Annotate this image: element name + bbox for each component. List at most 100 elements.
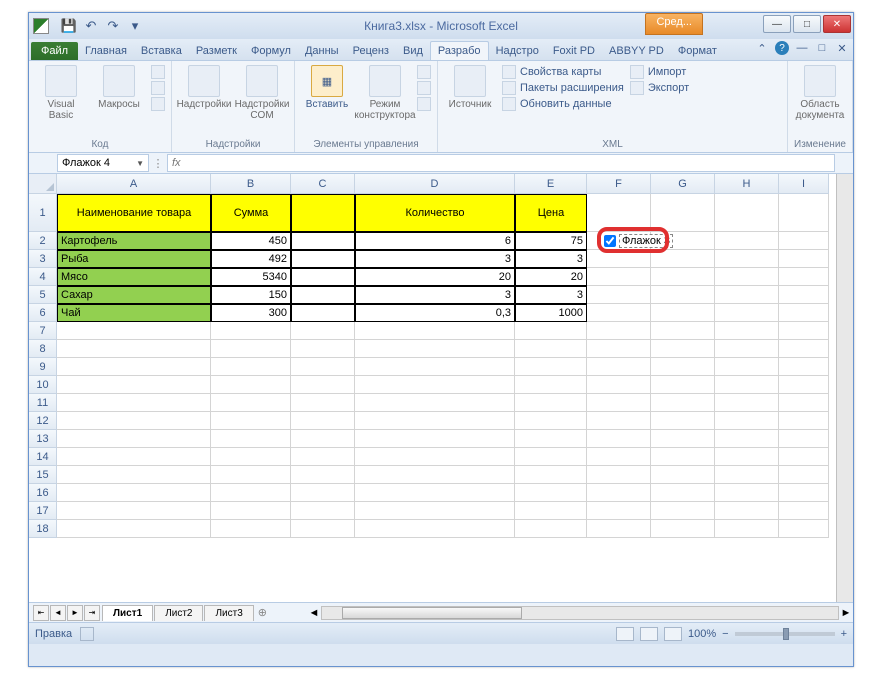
zoom-out-button[interactable]: − xyxy=(722,628,728,640)
cell[interactable] xyxy=(779,448,829,466)
macros-button[interactable]: Макросы xyxy=(93,65,145,110)
cell[interactable] xyxy=(587,268,651,286)
view-pagebreak-button[interactable] xyxy=(664,627,682,641)
cell[interactable] xyxy=(715,286,779,304)
column-header-C[interactable]: C xyxy=(291,174,355,194)
cell[interactable] xyxy=(651,520,715,538)
cell[interactable] xyxy=(355,502,515,520)
row-header[interactable]: 6 xyxy=(29,304,57,322)
document-panel-button[interactable]: Область документа xyxy=(794,65,846,121)
cell[interactable] xyxy=(587,502,651,520)
cell[interactable] xyxy=(715,430,779,448)
cell[interactable] xyxy=(515,502,587,520)
cell[interactable] xyxy=(291,340,355,358)
cell[interactable] xyxy=(355,376,515,394)
view-normal-button[interactable] xyxy=(616,627,634,641)
cell[interactable] xyxy=(211,340,291,358)
cell[interactable]: 6 xyxy=(355,232,515,250)
cell[interactable] xyxy=(291,520,355,538)
cell[interactable] xyxy=(651,448,715,466)
view-code-icon[interactable] xyxy=(417,81,431,95)
tab-вставка[interactable]: Вставка xyxy=(134,42,189,60)
name-box[interactable]: Флажок 4▼ xyxy=(57,154,149,172)
row-header[interactable]: 3 xyxy=(29,250,57,268)
cell[interactable] xyxy=(211,520,291,538)
cell[interactable] xyxy=(355,322,515,340)
cell[interactable] xyxy=(651,430,715,448)
relative-refs-icon[interactable] xyxy=(151,81,165,95)
cell[interactable] xyxy=(57,340,211,358)
cell[interactable] xyxy=(57,520,211,538)
cell[interactable] xyxy=(57,376,211,394)
sheet-tab-Лист3[interactable]: Лист3 xyxy=(204,605,253,621)
redo-icon[interactable]: ↷ xyxy=(103,16,123,36)
tab-file[interactable]: Файл xyxy=(31,42,78,60)
zoom-level[interactable]: 100% xyxy=(688,628,716,640)
excel-icon[interactable] xyxy=(33,18,49,34)
cell[interactable] xyxy=(651,358,715,376)
cell[interactable]: Чай xyxy=(57,304,211,322)
cell[interactable] xyxy=(779,358,829,376)
cell[interactable] xyxy=(587,376,651,394)
cell[interactable] xyxy=(515,376,587,394)
cell[interactable] xyxy=(291,268,355,286)
sheet-tab-Лист2[interactable]: Лист2 xyxy=(154,605,203,621)
cell[interactable] xyxy=(651,286,715,304)
cell[interactable] xyxy=(587,340,651,358)
cell[interactable]: Цена xyxy=(515,194,587,232)
row-header[interactable]: 16 xyxy=(29,484,57,502)
cell[interactable] xyxy=(291,466,355,484)
cell[interactable]: 450 xyxy=(211,232,291,250)
namebox-handle[interactable]: ⋮ xyxy=(149,157,167,170)
row-header[interactable]: 12 xyxy=(29,412,57,430)
cell[interactable] xyxy=(355,394,515,412)
insert-control-button[interactable]: ▦Вставить xyxy=(301,65,353,110)
row-header[interactable]: 10 xyxy=(29,376,57,394)
cell[interactable] xyxy=(355,412,515,430)
tab-реценз[interactable]: Реценз xyxy=(346,42,396,60)
cell[interactable] xyxy=(651,484,715,502)
cell[interactable]: 1000 xyxy=(515,304,587,322)
cell[interactable] xyxy=(715,268,779,286)
visual-basic-button[interactable]: Visual Basic xyxy=(35,65,87,121)
cell[interactable] xyxy=(515,358,587,376)
cell[interactable] xyxy=(355,466,515,484)
cell[interactable] xyxy=(779,502,829,520)
cell[interactable] xyxy=(715,250,779,268)
cell[interactable] xyxy=(211,466,291,484)
cell[interactable] xyxy=(651,394,715,412)
save-icon[interactable]: 💾 xyxy=(59,16,79,36)
row-header[interactable]: 13 xyxy=(29,430,57,448)
column-header-G[interactable]: G xyxy=(651,174,715,194)
row-header[interactable]: 17 xyxy=(29,502,57,520)
properties-icon[interactable] xyxy=(417,65,431,79)
cell[interactable] xyxy=(211,502,291,520)
cell[interactable] xyxy=(715,520,779,538)
tab-надстро[interactable]: Надстро xyxy=(489,42,546,60)
cell[interactable] xyxy=(355,358,515,376)
cell[interactable]: 3 xyxy=(515,250,587,268)
cell[interactable]: 75 xyxy=(515,232,587,250)
cell[interactable] xyxy=(779,232,829,250)
tab-abbyy pd[interactable]: ABBYY PD xyxy=(602,42,671,60)
doc-close-icon[interactable]: ✕ xyxy=(835,41,849,55)
new-sheet-button[interactable]: ⊕ xyxy=(258,606,267,619)
cell[interactable] xyxy=(779,466,829,484)
cell[interactable] xyxy=(715,358,779,376)
cell[interactable] xyxy=(587,250,651,268)
cell[interactable] xyxy=(587,430,651,448)
cell[interactable] xyxy=(291,502,355,520)
help-icon[interactable]: ? xyxy=(775,41,789,55)
cell[interactable] xyxy=(515,412,587,430)
cell[interactable] xyxy=(355,484,515,502)
cell[interactable] xyxy=(291,194,355,232)
cell[interactable] xyxy=(57,412,211,430)
tab-данны[interactable]: Данны xyxy=(298,42,346,60)
refresh-data-icon[interactable] xyxy=(502,97,516,111)
cell[interactable] xyxy=(779,286,829,304)
cell[interactable] xyxy=(715,394,779,412)
cell[interactable]: Картофель xyxy=(57,232,211,250)
cell[interactable] xyxy=(587,304,651,322)
export-icon[interactable] xyxy=(630,81,644,95)
undo-icon[interactable]: ↶ xyxy=(81,16,101,36)
